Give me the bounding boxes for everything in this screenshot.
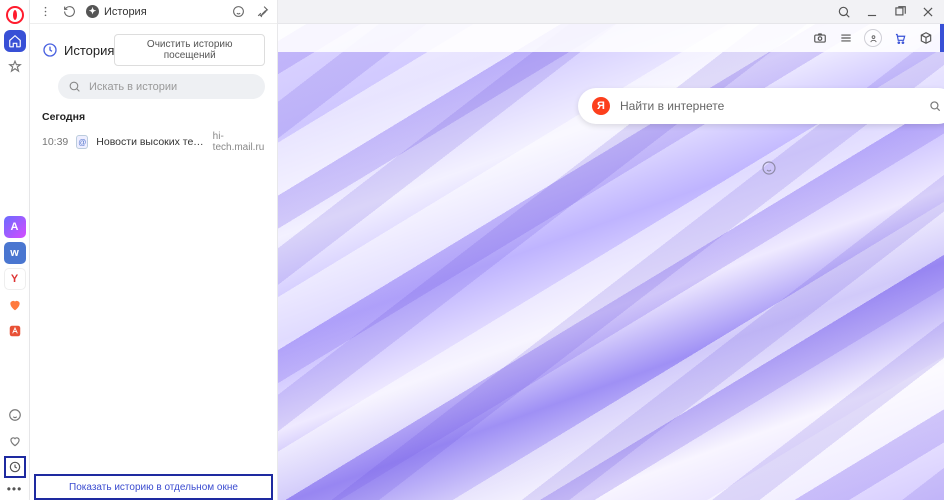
more-rail-icon[interactable]: ••• — [7, 482, 23, 496]
clear-history-button[interactable]: Очистить историю посещений — [114, 34, 265, 66]
cart-icon[interactable] — [892, 30, 908, 46]
history-title: История — [42, 42, 114, 58]
tab-title: ✦ История — [86, 5, 147, 18]
history-rail-icon[interactable] — [4, 456, 26, 478]
speed-dial-search-placeholder: Найти в интернете — [620, 99, 928, 113]
history-title-text: История — [64, 43, 114, 58]
search-window-icon[interactable] — [836, 4, 852, 20]
history-tab-icon: ✦ — [86, 5, 99, 18]
app-tile-yandex-label: Y — [11, 273, 18, 285]
minimize-icon[interactable] — [864, 4, 880, 20]
window-controls-bar — [278, 0, 944, 24]
history-item-favicon: @ — [76, 135, 88, 149]
app-tile-vk[interactable]: w — [4, 242, 26, 264]
accent-stripe — [940, 24, 944, 52]
app-tile-a[interactable]: A — [4, 216, 26, 238]
yandex-logo-icon: Я — [592, 97, 610, 115]
box-icon[interactable] — [918, 30, 934, 46]
pin-icon[interactable] — [255, 5, 269, 19]
history-search-input[interactable] — [89, 81, 255, 93]
camera-icon[interactable] — [812, 30, 828, 46]
page-toolbar — [278, 24, 944, 52]
smile-icon[interactable] — [231, 5, 245, 19]
history-item[interactable]: 10:39 @ Новости высоких технол… hi-tech.… — [30, 127, 277, 157]
search-icon — [68, 80, 81, 93]
wallpaper — [278, 0, 944, 500]
refresh-icon[interactable] — [62, 5, 76, 19]
app-tile-a-label: A — [11, 221, 19, 233]
history-panel-topbar: ✦ История — [30, 0, 277, 24]
app-tile-heart[interactable] — [4, 294, 26, 316]
wallpaper-smile-icon[interactable] — [761, 160, 779, 178]
opera-logo-icon[interactable] — [6, 6, 24, 24]
history-header: История Очистить историю посещений — [30, 24, 277, 74]
main-content: Я Найти в интернете — [278, 0, 944, 500]
open-full-history-button[interactable]: Показать историю в отдельном окне — [34, 474, 273, 500]
history-item-time: 10:39 — [42, 136, 68, 148]
home-rail-button[interactable] — [4, 30, 26, 52]
history-item-title: Новости высоких технол… — [96, 136, 204, 148]
app-tile-vk-label: w — [10, 247, 19, 259]
close-icon[interactable] — [920, 4, 936, 20]
search-icon — [928, 99, 942, 113]
history-section-label: Сегодня — [30, 107, 277, 127]
tab-title-text: История — [104, 6, 147, 18]
app-tile-al[interactable] — [4, 320, 26, 342]
history-item-domain: hi-tech.mail.ru — [213, 131, 265, 153]
menu-icon[interactable] — [38, 5, 52, 19]
clock-icon — [42, 42, 58, 58]
history-panel: ✦ История История Очистить историю посещ… — [30, 0, 278, 500]
sidebar-rail: A w Y ••• — [0, 0, 30, 500]
speed-dial-search[interactable]: Я Найти в интернете — [578, 88, 944, 124]
maximize-icon[interactable] — [892, 4, 908, 20]
history-search[interactable] — [58, 74, 265, 99]
list-icon[interactable] — [838, 30, 854, 46]
app-tile-yandex[interactable]: Y — [4, 268, 26, 290]
heart-rail-icon[interactable] — [4, 430, 26, 452]
user-icon[interactable] — [864, 29, 882, 47]
bookmark-rail-button[interactable] — [4, 56, 26, 78]
smile-rail-icon[interactable] — [4, 404, 26, 426]
